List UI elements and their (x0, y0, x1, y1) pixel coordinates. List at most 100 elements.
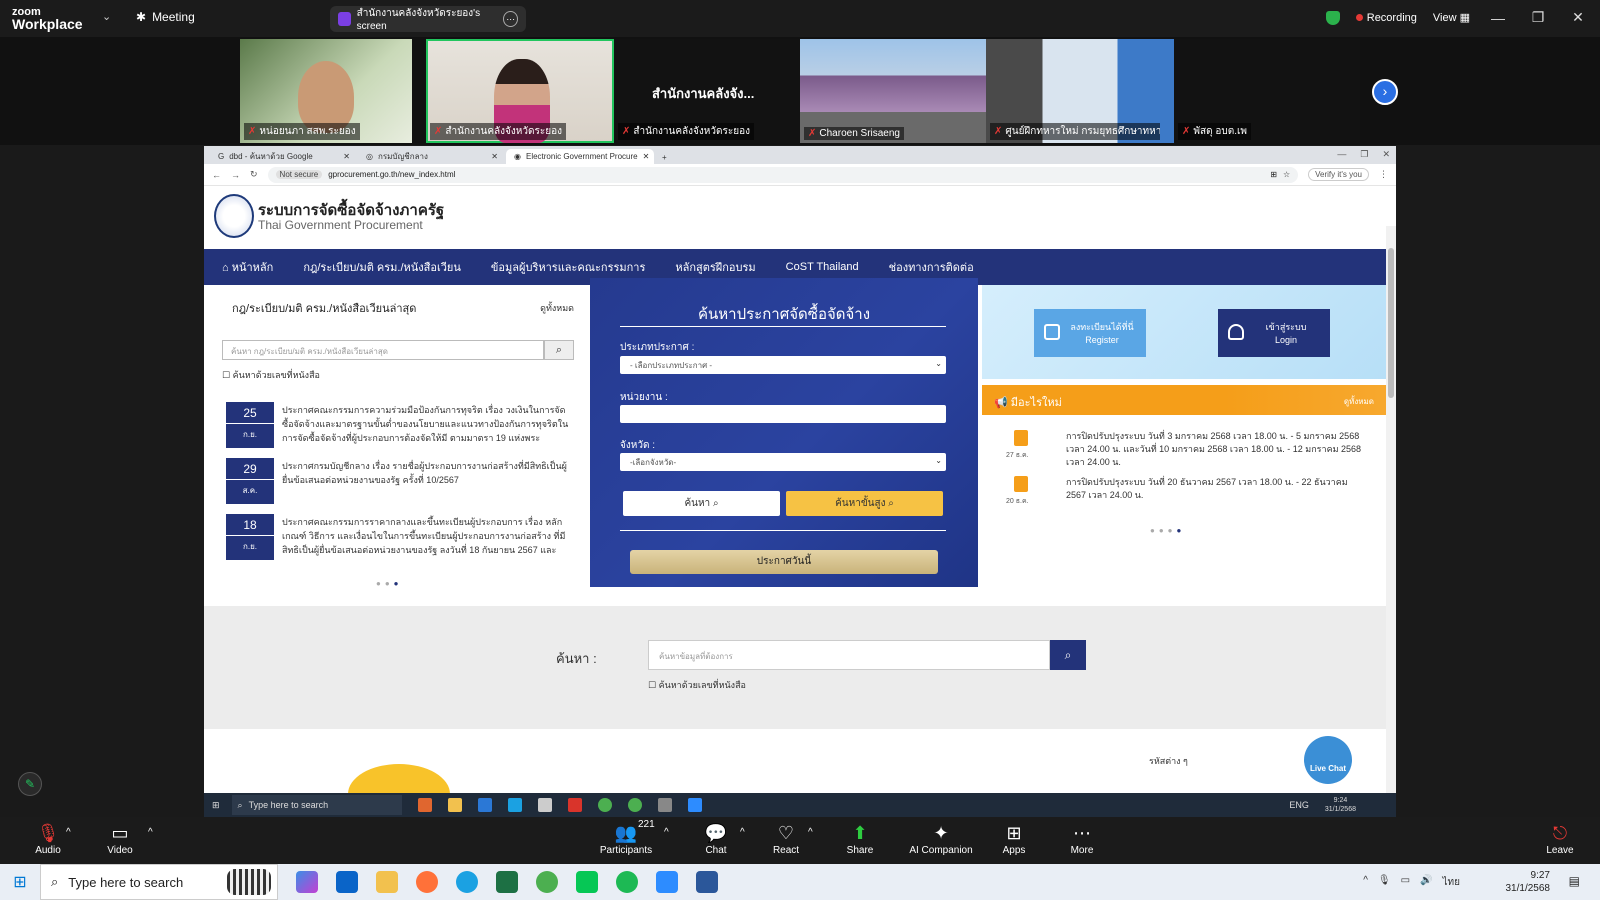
participant-tile[interactable]: ✗ Charoen Srisaeng (800, 39, 986, 143)
chrome-icon[interactable] (536, 871, 558, 893)
chevron-up-icon[interactable]: ^ (740, 827, 745, 838)
chevron-up-icon[interactable]: ^ (66, 827, 71, 838)
share-button[interactable]: ⬆ Share (840, 823, 880, 856)
chrome-icon[interactable] (597, 798, 612, 812)
mail-icon[interactable] (336, 871, 358, 893)
restore-icon[interactable]: ❐ (1360, 149, 1368, 160)
browser-tab-active[interactable]: ◉ Electronic Government Procure ✕ (506, 149, 654, 164)
search-icon[interactable]: ⌕ (544, 340, 574, 360)
share-title-pill[interactable]: สำนักงานคลังจังหวัดระยอง's screen ··· (330, 6, 526, 32)
annotate-pencil-icon[interactable]: ✎ (18, 772, 42, 796)
participant-tile[interactable]: สำนักงานคลังจัง... ✗ สำนักงานคลังจังหวัดร… (614, 39, 800, 143)
taskbar-clock[interactable]: 9:27 31/1/2568 (1506, 869, 1600, 895)
province-select[interactable]: -เลือกจังหวัด- ⌄ (620, 453, 946, 471)
nav-contact[interactable]: ช่องทางการติดต่อ (889, 258, 974, 276)
edge-icon[interactable] (456, 871, 478, 893)
agency-input[interactable] (620, 405, 946, 423)
notifications-icon[interactable]: ▤ (1569, 874, 1580, 888)
reload-icon[interactable]: ↻ (250, 169, 258, 180)
react-button[interactable]: ♡ React (766, 823, 806, 856)
today-announcements-button[interactable]: ประกาศวันนี้ (630, 550, 938, 574)
search-button[interactable]: ค้นหา ⌕ (623, 491, 780, 516)
live-chat-button[interactable]: Live Chat (1304, 736, 1352, 784)
not-secure-badge[interactable]: Not secure (275, 170, 323, 179)
participant-tile[interactable]: ✗ ศูนย์ฝึกทหารใหม่ กรมยุทธศึกษาทหาร... (986, 39, 1174, 143)
browser-tab[interactable]: ◎ กรมบัญชีกลาง ✕ (358, 149, 506, 164)
excel-icon[interactable] (496, 871, 518, 893)
more-button[interactable]: ⋯ More (1062, 823, 1102, 856)
more-options-icon[interactable]: ··· (503, 11, 518, 27)
taskbar-search[interactable]: ⌕ Type here to search (231, 795, 402, 815)
star-icon[interactable]: ☆ (1283, 170, 1290, 179)
carousel-dots[interactable]: ●●● (376, 579, 403, 588)
nav-training[interactable]: หลักสูตรฝึกอบรม (675, 258, 755, 276)
whats-new-view-all[interactable]: ดูทั้งหมด (1344, 395, 1374, 408)
close-tab-icon[interactable]: ✕ (343, 152, 350, 161)
advanced-search-button[interactable]: ค้นหาขั้นสูง ⌕ (786, 491, 943, 516)
network-icon[interactable]: ▭ (1401, 875, 1410, 890)
chevron-up-icon[interactable]: ^ (148, 827, 153, 838)
taskbar-search[interactable]: ⌕ Type here to search (40, 864, 278, 900)
keyboard-language[interactable]: ENG (1289, 800, 1309, 810)
page-scrollbar[interactable] (1386, 226, 1396, 794)
restore-icon[interactable]: ❐ (1526, 9, 1550, 26)
app-icon[interactable] (537, 798, 552, 812)
apps-button[interactable]: ⊞ Apps (994, 823, 1034, 856)
minimize-icon[interactable]: — (1337, 149, 1346, 160)
kebab-menu-icon[interactable]: ⋮ (1379, 169, 1388, 180)
volume-icon[interactable]: 🔊 (1420, 875, 1432, 890)
chevron-up-icon[interactable]: ^ (808, 827, 813, 838)
view-button[interactable]: View ▦ (1433, 11, 1470, 24)
type-select[interactable]: - เลือกประเภทประกาศ - ⌄ (620, 356, 946, 374)
carousel-dots[interactable]: ●●●● (1150, 526, 1185, 535)
doc-number-checkbox[interactable]: ☐ ค้นหาด้วยเลขที่หนังสือ (222, 368, 320, 382)
new-tab-icon[interactable]: + (662, 153, 667, 162)
minimize-icon[interactable]: — (1486, 10, 1510, 26)
browser-tab[interactable]: Gdbd - ค้นหาด้วย Google ✕ (210, 149, 358, 164)
chat-button[interactable]: 💬 Chat (696, 823, 736, 856)
register-button[interactable]: ลงทะเบียนได้ที่นี่ Register (1034, 309, 1146, 357)
chevron-up-icon[interactable]: ^ (1363, 875, 1368, 890)
zoom-icon[interactable] (687, 798, 702, 812)
meeting-menu[interactable]: ✱ Meeting (136, 10, 195, 24)
zoom-icon[interactable] (656, 871, 678, 893)
scrollbar-thumb[interactable] (1388, 248, 1394, 398)
windows-start-icon[interactable]: ⊞ (212, 800, 220, 811)
language-indicator[interactable]: ไทย (1443, 875, 1460, 890)
nav-executives[interactable]: ข้อมูลผู้บริหารและคณะกรรมการ (491, 258, 645, 276)
line-icon[interactable] (576, 871, 598, 893)
list-item[interactable]: 25 ก.ย. ประกาศคณะกรรมการความร่วมมือป้องกั… (226, 402, 574, 450)
url-field[interactable]: Not secure gprocurement.go.th/new_index.… (267, 166, 1299, 183)
spotify-icon[interactable] (616, 871, 638, 893)
mic-icon[interactable]: 🎙 (1378, 875, 1391, 890)
nav-cost-thailand[interactable]: CoST Thailand (786, 261, 859, 273)
ai-companion-button[interactable]: ✦ AI Companion (904, 823, 978, 856)
video-button[interactable]: ▭ Video (100, 823, 140, 856)
pdf-icon[interactable] (567, 798, 582, 812)
participant-tile-active[interactable]: ✗ สำนักงานคลังจังหวัดระยอง (426, 39, 614, 143)
verify-button[interactable]: Verify it's you (1308, 168, 1369, 181)
mail-icon[interactable] (477, 798, 492, 812)
list-item[interactable]: 18 ก.ย. ประกาศคณะกรรมการราคากลางและขึ้นทะ… (226, 514, 574, 562)
app-icon[interactable] (417, 798, 432, 812)
regulations-search-input[interactable]: ค้นหา กฎ/ระเบียบ/มติ ครม./หนังสือเวียนล่… (222, 340, 544, 360)
search-icon[interactable]: ⌕ (1050, 640, 1086, 670)
windows-start-icon[interactable]: ⊞ (0, 872, 40, 892)
chevron-down-icon[interactable]: ⌄ (102, 10, 111, 23)
recording-indicator[interactable]: Recording (1355, 12, 1417, 24)
nav-home[interactable]: ⌂ หน้าหลัก (222, 258, 273, 276)
taskbar-clock[interactable]: 9:24 31/1/2568 (1325, 796, 1356, 814)
participant-tile[interactable]: ✗ หน่อยนภา สสพ.ระยอง (240, 39, 412, 143)
next-page-arrow-icon[interactable]: › (1372, 79, 1398, 105)
view-all-link[interactable]: ดูทั้งหมด (540, 301, 574, 315)
leave-button[interactable]: ⎋ Leave (1540, 823, 1580, 856)
chevron-up-icon[interactable]: ^ (664, 827, 669, 838)
list-item[interactable]: 29 ส.ค. ประกาศกรมบัญชีกลาง เรื่อง รายชื่อ… (226, 458, 574, 506)
folder-icon[interactable] (447, 798, 462, 812)
settings-icon[interactable] (657, 798, 672, 812)
news-item[interactable]: 20 ธ.ค. การปิดปรับปรุงระบบ วันที่ 20 ธัน… (994, 476, 1384, 520)
folder-icon[interactable] (376, 871, 398, 893)
audio-button[interactable]: 🎙 Audio (28, 823, 68, 856)
nav-regulations[interactable]: กฎ/ระเบียบ/มติ ครม./หนังสือเวียน (303, 258, 461, 276)
forward-icon[interactable]: → (231, 170, 240, 180)
